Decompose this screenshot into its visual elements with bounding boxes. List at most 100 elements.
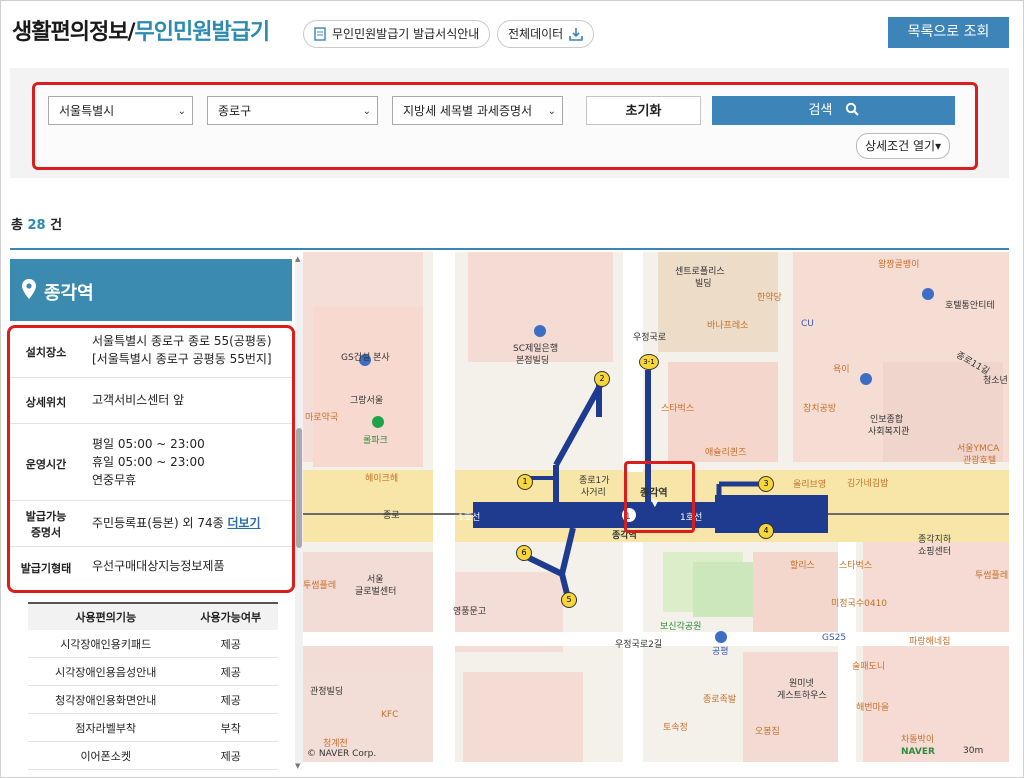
download-icon — [569, 28, 584, 41]
map-copyright: © NAVER Corp. — [307, 749, 377, 759]
table-cell: 시각장애인용음성안내 — [28, 657, 184, 686]
map-label: CU — [801, 319, 814, 329]
exit-marker[interactable]: 2 — [594, 371, 610, 387]
district-select[interactable]: 종로구 ⌄ — [207, 96, 378, 125]
map-label: 스타벅스 — [839, 561, 873, 571]
map-label: 마로약국 — [305, 413, 339, 423]
facilities-table: 사용편의기능 사용가능여부 시각장애인용키패드 제공 시각장애인용음성안내 제공 청… — [28, 602, 278, 770]
table-row: 점자라벨부착 부착 — [28, 713, 278, 742]
map-label: 관광호텔 — [963, 456, 997, 466]
detail-toggle-button[interactable]: 상세조건 열기▾ — [856, 133, 951, 159]
table-cell: 제공 — [183, 630, 278, 658]
map-label: 참치공방 — [803, 404, 837, 414]
divider — [10, 248, 1009, 250]
search-button-label: 검색 — [808, 103, 833, 118]
district-select-value: 종로구 — [218, 104, 252, 118]
map-label: 투썸플레 — [975, 571, 1009, 581]
city-select[interactable]: 서울특별시 ⌄ — [48, 96, 193, 125]
map-scale: 30m — [963, 746, 984, 756]
all-data-label: 전체데이터 — [508, 27, 564, 41]
map-label: 종로족발 — [703, 695, 737, 705]
table-cell: 점자라벨부착 — [28, 713, 184, 742]
scrollbar-thumb[interactable] — [296, 428, 302, 548]
map-label: 김가네김밥 — [847, 479, 889, 489]
map-label: 그랑서울 — [350, 396, 384, 406]
all-data-button[interactable]: 전체데이터 — [497, 20, 595, 48]
exit-marker[interactable]: 3 — [758, 476, 774, 492]
map-label: 1호선 — [458, 513, 481, 523]
map-label: 롤파크 — [363, 436, 388, 446]
exit-marker[interactable]: 5 — [561, 592, 577, 608]
reset-button[interactable]: 초기화 — [586, 96, 701, 125]
search-icon — [845, 102, 859, 116]
map-label: 왕짱골뱅이 — [878, 260, 920, 270]
map-label: 본점빌딩 — [516, 356, 550, 366]
table-header-row: 사용편의기능 사용가능여부 — [28, 602, 278, 630]
map-label: 영풍문고 — [453, 607, 487, 617]
map-label: 종로 — [383, 511, 400, 521]
detail-toggle-label: 상세조건 열기 — [865, 139, 936, 153]
guide-button[interactable]: 무인민원발급기 발급서식안내 — [303, 20, 491, 48]
exit-marker[interactable]: 4 — [758, 523, 774, 539]
table-cell: 제공 — [183, 685, 278, 714]
place-header: 종각역 — [10, 259, 292, 321]
map-label: 파랑해네집 — [909, 637, 951, 647]
map-label: 공평 — [712, 647, 729, 657]
map-label: 올리브영 — [793, 480, 827, 490]
map-label: 한약당 — [757, 293, 782, 303]
info-highlight-box — [7, 325, 295, 593]
map-pin-icon — [22, 279, 36, 299]
map-label: 술패도니 — [852, 662, 886, 672]
map-label: 우정국로2길 — [615, 640, 663, 650]
table-cell: 청각장애인용화면안내 — [28, 685, 184, 714]
column-header: 사용편의기능 — [28, 602, 184, 630]
exit-marker[interactable]: 1 — [517, 474, 533, 490]
column-header: 사용가능여부 — [183, 602, 278, 630]
document-select-value: 지방세 세목별 과세증명서 — [403, 104, 533, 118]
title-main: 생활편의정보/ — [12, 20, 135, 45]
document-icon — [314, 27, 326, 41]
map-label: 토속정 — [663, 723, 688, 733]
table-cell: 제공 — [183, 741, 278, 770]
station-highlight-box — [624, 461, 695, 533]
map-view[interactable]: 1 센트로폴리스 빌딩 한약당 바나프레소 CU 왕짱골뱅이 호텔통안티테 SC… — [303, 252, 1009, 762]
table-cell: 부착 — [183, 713, 278, 742]
table-cell: 시각장애인용키패드 — [28, 630, 184, 658]
table-row: 청각장애인용화면안내 제공 — [28, 685, 278, 714]
map-label: 호텔통안티테 — [945, 301, 995, 311]
table-cell: 제공 — [183, 657, 278, 686]
table-row: 시각장애인용음성안내 제공 — [28, 657, 278, 686]
map-label: 빌딩 — [695, 279, 712, 289]
map-label: 바나프레소 — [707, 321, 749, 331]
chevron-down-icon: ⌄ — [177, 106, 186, 117]
count-number: 28 — [27, 218, 46, 233]
map-label: 우정국로 — [633, 333, 667, 343]
map-label: GS건설 본사 — [341, 353, 390, 363]
chevron-down-icon: ⌄ — [547, 106, 556, 117]
document-select[interactable]: 지방세 세목별 과세증명서 ⌄ — [392, 96, 563, 125]
table-row: 이어폰소켓 제공 — [28, 741, 278, 770]
map-label: 할리스 — [790, 561, 815, 571]
map-label: 해번마을 — [856, 703, 890, 713]
list-view-button[interactable]: 목록으로 조회 — [888, 17, 1009, 48]
map-label: 헤이크헤 — [365, 474, 399, 484]
caret-down-icon: ▾ — [935, 139, 942, 153]
result-count: 총 28 건 — [11, 214, 62, 233]
scroll-up-arrow-icon[interactable]: ▲ — [295, 255, 300, 263]
map-label: 투썸플레 — [303, 581, 337, 591]
map-label: 스타벅스 — [661, 404, 695, 414]
map-label: 차돌박이 — [901, 735, 935, 745]
page-title: 생활편의정보/무인민원발급기 — [12, 14, 270, 46]
exit-marker[interactable]: 3-1 — [639, 354, 659, 370]
map-label: 쇼핑센터 — [918, 547, 952, 557]
search-button[interactable]: 검색 — [712, 96, 955, 125]
exit-marker[interactable]: 6 — [516, 545, 532, 561]
map-label: 미정국수0410 — [831, 599, 888, 609]
map-label: 사회복지관 — [868, 427, 910, 437]
map-label: 사거리 — [581, 488, 606, 498]
map-label: 글로벌센터 — [355, 587, 397, 597]
naver-logo: NAVER — [901, 747, 935, 757]
map-label: 보신각공원 — [660, 622, 702, 632]
scroll-down-arrow-icon[interactable]: ▼ — [295, 762, 300, 770]
map-label: GS25 — [822, 633, 847, 643]
